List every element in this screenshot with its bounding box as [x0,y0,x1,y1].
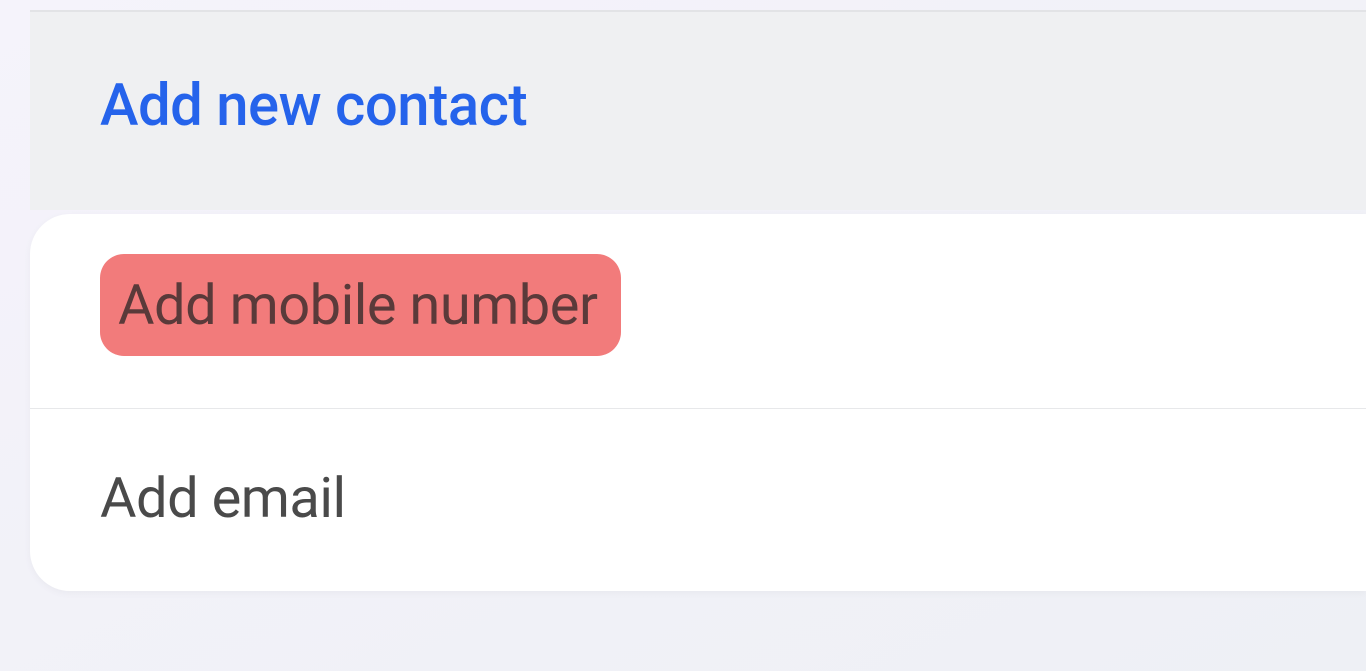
email-placeholder: Add email [100,465,346,531]
form-card: Add mobile number Add email [30,214,1366,591]
mobile-highlight: Add mobile number [100,254,621,356]
mobile-number-row[interactable]: Add mobile number [30,214,1366,409]
mobile-number-placeholder: Add mobile number [118,272,597,338]
contact-form-page: Add new contact Add mobile number Add em… [0,10,1366,591]
header-section: Add new contact [30,10,1366,210]
page-title[interactable]: Add new contact [100,72,1296,140]
email-row[interactable]: Add email [30,409,1366,591]
